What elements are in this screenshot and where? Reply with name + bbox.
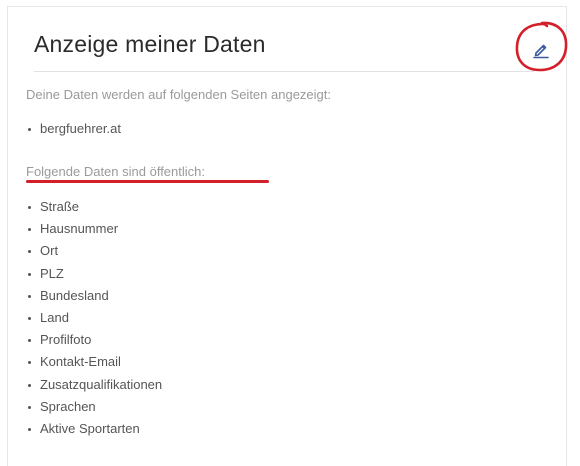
pencil-icon (533, 44, 549, 59)
edit-button[interactable] (512, 19, 570, 75)
annotation-underline (26, 180, 269, 183)
public-field-item: PLZ (27, 263, 162, 285)
public-field-item: Land (27, 307, 162, 329)
header-divider (34, 71, 534, 72)
public-field-item: Bundesland (27, 285, 162, 307)
public-field-item: Hausnummer (27, 218, 162, 240)
card-header: Anzeige meiner Daten (8, 7, 568, 72)
public-field-list: Straße Hausnummer Ort PLZ Bundesland Lan… (27, 196, 162, 440)
public-field-item: Straße (27, 196, 162, 218)
public-field-item: Ort (27, 240, 162, 262)
intro-text: Deine Daten werden auf folgenden Seiten … (26, 87, 331, 102)
public-field-item: Profilfoto (27, 329, 162, 351)
site-item: bergfuehrer.at (27, 118, 121, 140)
card-title: Anzeige meiner Daten (34, 31, 266, 57)
site-list: bergfuehrer.at (27, 118, 121, 140)
public-data-heading: Folgende Daten sind öffentlich: (26, 164, 205, 179)
public-field-item: Kontakt-Email (27, 351, 162, 373)
public-field-item: Aktive Sportarten (27, 418, 162, 440)
public-field-item: Sprachen (27, 396, 162, 418)
public-field-item: Zusatzqualifikationen (27, 374, 162, 396)
